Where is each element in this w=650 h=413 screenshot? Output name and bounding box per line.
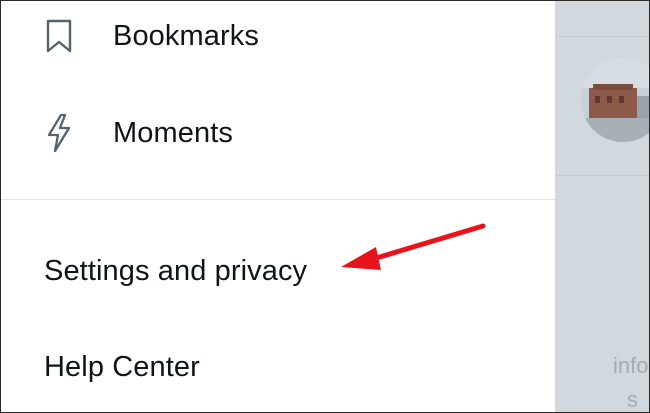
timeline-divider (555, 175, 649, 176)
menu-item-help-center[interactable]: Help Center (1, 342, 555, 392)
menu-item-settings-and-privacy[interactable]: Settings and privacy (1, 246, 555, 296)
menu-item-label: Settings and privacy (44, 254, 308, 287)
avatar (581, 58, 649, 142)
menu-item-label: Help Center (44, 350, 200, 383)
screenshot-frame: Bookmarks Moments Settings and privacy H… (0, 0, 650, 413)
dimmed-timeline-backdrop[interactable]: info s (555, 1, 649, 412)
partial-tweet-text: info (613, 353, 649, 378)
timeline-divider (555, 36, 649, 37)
menu-item-label: Bookmarks (113, 19, 259, 52)
section-divider (1, 199, 555, 200)
menu-item-bookmarks[interactable]: Bookmarks (1, 11, 555, 61)
lightning-icon (41, 113, 77, 153)
navigation-drawer: Bookmarks Moments Settings and privacy H… (1, 1, 555, 412)
bookmark-icon (41, 18, 77, 54)
menu-item-label: Moments (113, 116, 233, 149)
partial-tweet-text: s (627, 387, 638, 412)
menu-item-moments[interactable]: Moments (1, 107, 555, 159)
